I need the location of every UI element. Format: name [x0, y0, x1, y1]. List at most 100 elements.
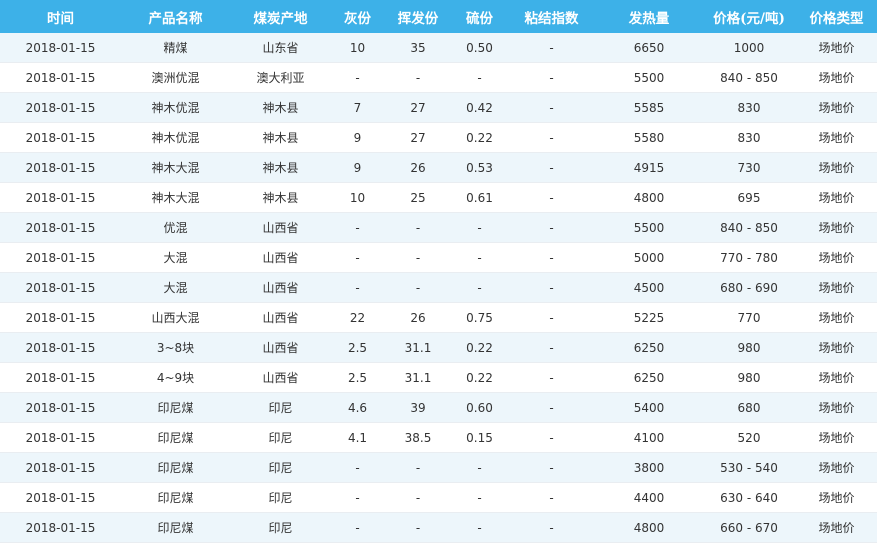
volatile-cell: - [384, 452, 452, 483]
volatile-cell: - [384, 272, 452, 303]
price-cell: 520 [702, 422, 796, 453]
date-cell: 2018-01-15 [0, 122, 121, 153]
calorific-value-cell: 5500 [596, 62, 702, 93]
product-name-cell: 神木优混 [121, 92, 230, 123]
volatile-cell: - [384, 62, 452, 93]
origin-cell: 神木县 [230, 182, 331, 213]
caking-index-cell: - [507, 62, 596, 93]
sulfur-cell: 0.42 [452, 92, 507, 123]
header-price-type: 价格类型 [796, 0, 877, 33]
volatile-cell: 35 [384, 33, 452, 63]
price-type-cell: 场地价 [796, 212, 877, 243]
table-row: 2018-01-15 精煤 山东省 10 35 0.50-6650 1000 场地价 [0, 33, 877, 63]
price-type-cell: 场地价 [796, 512, 877, 543]
header-volatile: 挥发份 [384, 0, 452, 33]
calorific-value-cell: 4800 [596, 512, 702, 543]
calorific-value-cell: 4915 [596, 152, 702, 183]
product-name-cell: 优混 [121, 212, 230, 243]
volatile-cell: 31.1 [384, 362, 452, 393]
coal-price-table: 时间 产品名称 煤炭产地 灰份 挥发份 硫份 粘结指数 发热量 价格(元/吨) … [0, 0, 877, 543]
header-caking-index: 粘结指数 [507, 0, 596, 33]
calorific-value-cell: 5585 [596, 92, 702, 123]
volatile-cell: - [384, 242, 452, 273]
price-type-cell: 场地价 [796, 482, 877, 513]
header-date: 时间 [0, 0, 121, 33]
product-name-cell: 神木优混 [121, 122, 230, 153]
product-name-cell: 大混 [121, 242, 230, 273]
price-cell: 660 - 670 [702, 512, 796, 543]
price-type-cell: 场地价 [796, 332, 877, 363]
sulfur-cell: - [452, 452, 507, 483]
calorific-value-cell: 5500 [596, 212, 702, 243]
price-cell: 980 [702, 332, 796, 363]
price-type-cell: 场地价 [796, 62, 877, 93]
origin-cell: 澳大利亚 [230, 62, 331, 93]
sulfur-cell: 0.75 [452, 302, 507, 333]
header-ash: 灰份 [331, 0, 384, 33]
product-name-cell: 澳洲优混 [121, 62, 230, 93]
calorific-value-cell: 6650 [596, 33, 702, 63]
product-name-cell: 4~9块 [121, 362, 230, 393]
calorific-value-cell: 5225 [596, 302, 702, 333]
product-name-cell: 印尼煤 [121, 392, 230, 423]
product-name-cell: 精煤 [121, 33, 230, 63]
volatile-cell: 25 [384, 182, 452, 213]
table-row: 2018-01-15 4~9块 山西省 2.5 31.1 0.22-6250 980 场地价 [0, 362, 877, 393]
caking-index-cell: - [507, 272, 596, 303]
price-cell: 730 [702, 152, 796, 183]
price-cell: 830 [702, 92, 796, 123]
calorific-value-cell: 4100 [596, 422, 702, 453]
price-type-cell: 场地价 [796, 92, 877, 123]
ash-cell: 2.5 [331, 362, 384, 393]
table-row: 2018-01-15 印尼煤 印尼 4.1 38.5 0.15-4100 520 场地价 [0, 422, 877, 453]
caking-index-cell: - [507, 33, 596, 63]
table-row: 2018-01-15 印尼煤 印尼 4.6 39 0.60-5400 680 场地价 [0, 392, 877, 423]
table-row: 2018-01-15 澳洲优混 澳大利亚 - - - -5500 840 - 850 场地价 [0, 62, 877, 93]
date-cell: 2018-01-15 [0, 362, 121, 393]
price-type-cell: 场地价 [796, 302, 877, 333]
ash-cell: 7 [331, 92, 384, 123]
caking-index-cell: - [507, 182, 596, 213]
price-cell: 530 - 540 [702, 452, 796, 483]
caking-index-cell: - [507, 302, 596, 333]
header-price: 价格(元/吨) [702, 0, 796, 33]
header-origin: 煤炭产地 [230, 0, 331, 33]
origin-cell: 神木县 [230, 92, 331, 123]
ash-cell: 4.1 [331, 422, 384, 453]
price-type-cell: 场地价 [796, 392, 877, 423]
sulfur-cell: 0.53 [452, 152, 507, 183]
date-cell: 2018-01-15 [0, 92, 121, 123]
origin-cell: 山西省 [230, 212, 331, 243]
sulfur-cell: - [452, 272, 507, 303]
origin-cell: 山东省 [230, 33, 331, 63]
product-name-cell: 3~8块 [121, 332, 230, 363]
caking-index-cell: - [507, 452, 596, 483]
header-row: 时间 产品名称 煤炭产地 灰份 挥发份 硫份 粘结指数 发热量 价格(元/吨) … [0, 0, 877, 33]
volatile-cell: 27 [384, 92, 452, 123]
volatile-cell: 26 [384, 302, 452, 333]
origin-cell: 印尼 [230, 482, 331, 513]
caking-index-cell: - [507, 242, 596, 273]
caking-index-cell: - [507, 422, 596, 453]
table-row: 2018-01-15 大混 山西省 - - - -4500 680 - 690 场地价 [0, 272, 877, 303]
origin-cell: 山西省 [230, 302, 331, 333]
caking-index-cell: - [507, 482, 596, 513]
caking-index-cell: - [507, 212, 596, 243]
origin-cell: 山西省 [230, 332, 331, 363]
product-name-cell: 神木大混 [121, 182, 230, 213]
table-row: 2018-01-15 神木优混 神木县 7 27 0.42-5585 830 场地价 [0, 92, 877, 123]
volatile-cell: - [384, 482, 452, 513]
sulfur-cell: - [452, 242, 507, 273]
price-type-cell: 场地价 [796, 452, 877, 483]
ash-cell: 10 [331, 182, 384, 213]
table-row: 2018-01-15 神木优混 神木县 9 27 0.22-5580 830 场地价 [0, 122, 877, 153]
ash-cell: 10 [331, 33, 384, 63]
origin-cell: 山西省 [230, 242, 331, 273]
ash-cell: - [331, 512, 384, 543]
price-cell: 770 [702, 302, 796, 333]
origin-cell: 山西省 [230, 362, 331, 393]
caking-index-cell: - [507, 122, 596, 153]
date-cell: 2018-01-15 [0, 302, 121, 333]
date-cell: 2018-01-15 [0, 272, 121, 303]
date-cell: 2018-01-15 [0, 392, 121, 423]
